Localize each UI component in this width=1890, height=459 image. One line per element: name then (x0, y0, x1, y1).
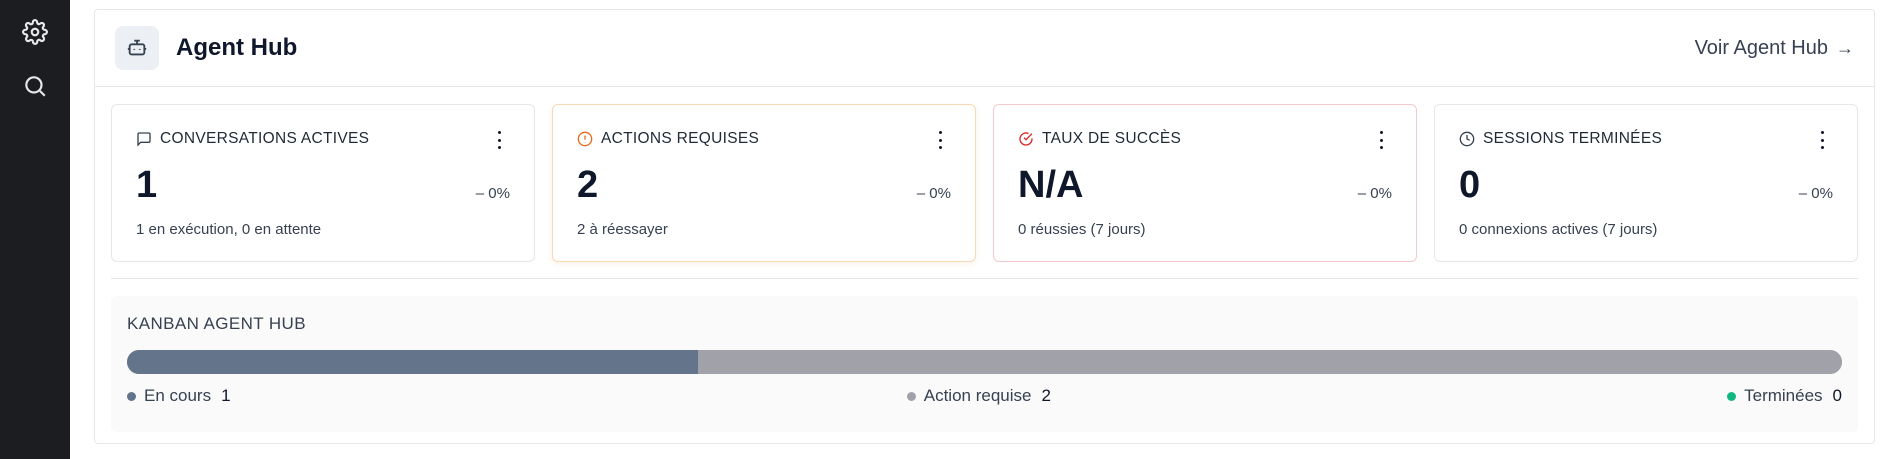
legend-label: Action requise (923, 386, 1032, 405)
kanban-progress-bar (127, 350, 1842, 374)
card-subtext: 2 à réessayer (577, 221, 668, 238)
view-agent-hub-label: Voir Agent Hub (1694, 36, 1828, 59)
kanban-section: KANBAN AGENT HUB En cours 1 Action requi… (111, 296, 1858, 432)
card-value: 1 (136, 164, 158, 206)
search-icon (25, 76, 46, 97)
card-subtext: 0 réussies (7 jours) (1018, 221, 1146, 238)
card-label: CONVERSATIONS ACTIVES (160, 130, 370, 147)
page-title: Agent Hub (176, 34, 298, 61)
card-value: 0 (1459, 164, 1481, 206)
card-delta: – 0% (1357, 185, 1392, 202)
kanban-segment-0 (127, 350, 699, 374)
card-subtext: 0 connexions actives (7 jours) (1459, 221, 1658, 238)
status-dot (127, 391, 136, 401)
more-vertical-icon[interactable] (935, 131, 945, 149)
kanban-segment-1 (698, 350, 1842, 374)
settings-button[interactable] (19, 16, 51, 48)
arrow-right-icon: → (1836, 37, 1854, 58)
panel-header: Agent Hub Voir Agent Hub → (95, 10, 1874, 87)
legend-action-requise: Action requise 2 (906, 386, 1051, 406)
more-vertical-icon[interactable] (494, 131, 504, 149)
more-vertical-icon[interactable] (1376, 131, 1386, 149)
agent-hub-panel: Agent Hub Voir Agent Hub → CONVERSATIONS… (94, 9, 1875, 444)
legend-terminees: Terminées 0 (1727, 386, 1842, 406)
card-value: 2 (577, 164, 599, 206)
bot-icon (127, 39, 147, 56)
legend-count: 0 (1832, 386, 1842, 405)
header-icon-box (115, 26, 159, 70)
card-label: TAUX DE SUCCÈS (1042, 130, 1182, 147)
search-button[interactable] (19, 70, 51, 102)
sidebar (0, 0, 70, 459)
card-label: SESSIONS TERMINÉES (1483, 130, 1663, 147)
legend-en-cours: En cours 1 (127, 386, 231, 406)
divider (111, 278, 1858, 279)
legend-label: En cours (144, 386, 212, 405)
alert-circle-icon (577, 131, 593, 147)
check-circle-icon (1019, 132, 1033, 146)
view-agent-hub-link[interactable]: Voir Agent Hub → (1695, 37, 1854, 60)
legend-count: 2 (1041, 386, 1051, 405)
card-delta: – 0% (1798, 185, 1833, 202)
card-delta: – 0% (916, 185, 951, 202)
card-taux-de-succes: TAUX DE SUCCÈS N/A – 0% 0 réussies (7 jo… (993, 104, 1417, 262)
card-subtext: 1 en exécution, 0 en attente (136, 221, 322, 238)
status-dot (906, 391, 916, 401)
card-actions-requises: ACTIONS REQUISES 2 – 0% 2 à réessayer (552, 104, 976, 262)
message-square-icon (137, 132, 151, 147)
kanban-legend: En cours 1 Action requise 2 Terminées 0 (127, 386, 1842, 406)
stat-cards: CONVERSATIONS ACTIVES 1 – 0% 1 en exécut… (111, 104, 1858, 262)
legend-count: 1 (221, 386, 231, 405)
more-vertical-icon[interactable] (1817, 131, 1827, 149)
gear-icon (22, 19, 48, 45)
clock-icon (1459, 131, 1475, 147)
card-sessions-terminees: SESSIONS TERMINÉES 0 – 0% 0 connexions a… (1434, 104, 1858, 262)
status-dot (1727, 391, 1737, 401)
card-conversations-actives: CONVERSATIONS ACTIVES 1 – 0% 1 en exécut… (111, 104, 535, 262)
card-label: ACTIONS REQUISES (601, 130, 760, 147)
legend-label: Terminées (1744, 386, 1823, 405)
card-value: N/A (1018, 164, 1084, 206)
kanban-title: KANBAN AGENT HUB (127, 314, 306, 333)
card-delta: – 0% (475, 185, 510, 202)
